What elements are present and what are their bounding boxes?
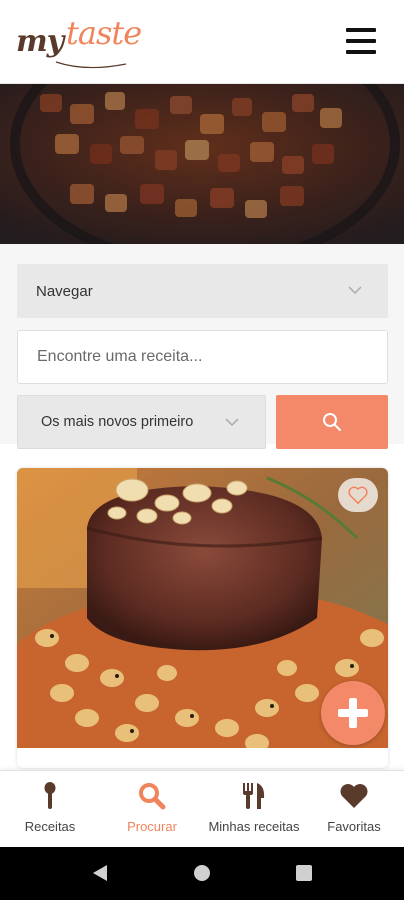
sort-order-dropdown[interactable]: Os mais novos primeiro bbox=[17, 395, 266, 449]
search-icon bbox=[139, 783, 166, 810]
nav-item-minhas-receitas[interactable]: Minhas receitas bbox=[204, 771, 304, 847]
utensils-icon bbox=[243, 783, 265, 809]
nav-label-procurar: Procurar bbox=[127, 819, 177, 834]
bottom-navigation: Receitas Procurar Minhas receitas Favori… bbox=[0, 770, 404, 847]
hamburger-menu-icon[interactable] bbox=[346, 28, 376, 54]
menu-bar bbox=[346, 50, 376, 54]
menu-bar bbox=[346, 39, 376, 43]
nav-item-receitas[interactable]: Receitas bbox=[0, 771, 100, 847]
search-button[interactable] bbox=[276, 395, 388, 449]
add-recipe-button[interactable] bbox=[321, 681, 385, 745]
plus-icon bbox=[338, 698, 368, 728]
chevron-down-icon bbox=[225, 418, 239, 427]
nav-label-minhas-receitas: Minhas receitas bbox=[208, 819, 300, 834]
back-triangle-icon[interactable] bbox=[90, 863, 110, 883]
hero-image bbox=[0, 84, 404, 244]
search-form: Navegar Os mais novos primeiro bbox=[0, 244, 404, 449]
nav-label-receitas: Receitas bbox=[24, 819, 76, 834]
heart-icon bbox=[340, 784, 368, 808]
home-circle-icon[interactable] bbox=[192, 863, 212, 883]
hero-food-picture bbox=[0, 84, 404, 244]
logo-my-text: my bbox=[16, 24, 64, 59]
navigate-dropdown[interactable]: Navegar bbox=[17, 264, 388, 318]
logo-taste-text: taste bbox=[66, 14, 142, 52]
spoon-icon bbox=[44, 782, 56, 809]
chevron-down-icon bbox=[348, 286, 362, 295]
recipe-search-input[interactable] bbox=[17, 330, 388, 384]
nav-label-favoritas: Favoritas bbox=[327, 819, 381, 834]
sort-order-label: Os mais novos primeiro bbox=[41, 414, 194, 430]
nav-item-favoritas[interactable]: Favoritas bbox=[304, 771, 404, 847]
navigate-label: Navegar bbox=[36, 282, 93, 300]
app-header: my taste bbox=[0, 0, 404, 84]
search-icon bbox=[323, 413, 341, 431]
app-root: my taste Navegar Encontre uma receita...… bbox=[0, 0, 404, 900]
favorite-button[interactable] bbox=[338, 478, 378, 512]
nav-item-procurar[interactable]: Procurar bbox=[100, 771, 204, 847]
heart-outline-icon bbox=[348, 486, 368, 504]
menu-bar bbox=[346, 28, 376, 32]
recents-square-icon[interactable] bbox=[294, 863, 314, 883]
system-navigation-bar bbox=[0, 847, 404, 900]
mytaste-logo[interactable]: my taste bbox=[16, 14, 156, 70]
